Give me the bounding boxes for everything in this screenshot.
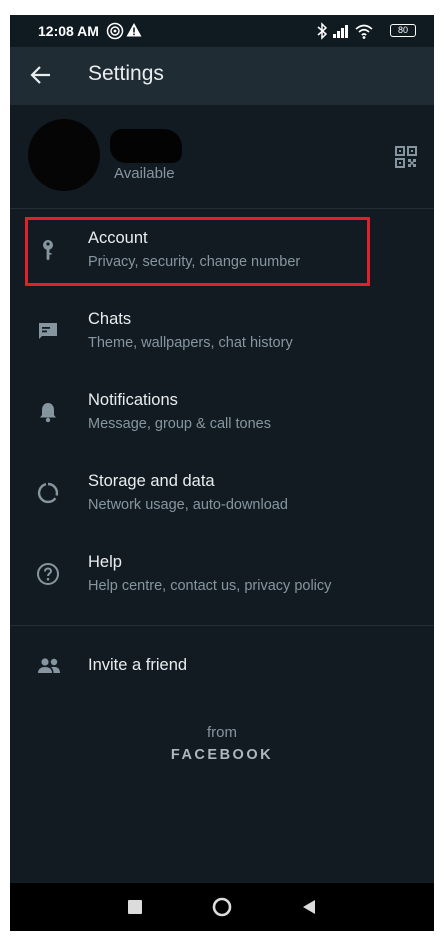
menu-item-subtitle: Message, group & call tones <box>88 416 271 432</box>
hotspot-icon <box>106 22 124 40</box>
system-nav-bar <box>10 883 434 931</box>
status-bar: 12:08 AM 80 <box>10 15 434 47</box>
invite-friend-label: Invite a friend <box>88 656 188 674</box>
menu-item-storage-and-data[interactable]: Storage and data Network usage, auto-dow… <box>10 454 434 535</box>
bell-icon <box>40 403 56 423</box>
avatar[interactable] <box>28 119 100 191</box>
menu-item-notifications[interactable]: Notifications Message, group & call tone… <box>10 373 434 454</box>
status-time: 12:08 AM <box>38 23 99 39</box>
app-bar: Settings <box>10 47 434 105</box>
profile-row[interactable]: Available <box>10 105 434 209</box>
account-highlight-box <box>25 217 370 286</box>
invite-friend-item[interactable]: Invite a friend <box>10 637 434 695</box>
home-button-icon[interactable] <box>212 897 232 917</box>
footer-brand-label: FACEBOOK <box>170 747 274 763</box>
profile-name-redacted <box>110 129 182 163</box>
menu-item-title: Help <box>88 553 122 571</box>
divider <box>10 208 434 209</box>
page-title: Settings <box>88 62 164 85</box>
recents-button-icon[interactable] <box>128 900 142 914</box>
menu-item-subtitle: Network usage, auto-download <box>88 497 288 513</box>
warning-icon <box>126 23 142 37</box>
help-icon <box>37 563 59 585</box>
qr-code-icon[interactable] <box>394 145 418 169</box>
people-icon <box>38 658 60 673</box>
back-button-icon[interactable] <box>302 899 316 915</box>
menu-item-title: Chats <box>88 310 132 328</box>
back-arrow-icon[interactable] <box>30 65 52 85</box>
menu-item-help[interactable]: Help Help centre, contact us, privacy po… <box>10 535 434 616</box>
menu-item-title: Notifications <box>88 391 178 409</box>
menu-item-subtitle: Theme, wallpapers, chat history <box>88 335 293 351</box>
phone-screen: 12:08 AM 80 Settings Available Account P… <box>10 15 434 931</box>
menu-item-title: Storage and data <box>88 472 215 490</box>
bluetooth-icon <box>317 22 328 40</box>
chat-icon <box>39 323 57 339</box>
menu-item-subtitle: Help centre, contact us, privacy policy <box>88 578 332 594</box>
data-usage-icon <box>37 482 59 504</box>
menu-item-chats[interactable]: Chats Theme, wallpapers, chat history <box>10 292 434 373</box>
battery-icon: 80 <box>390 24 416 37</box>
profile-status: Available <box>114 165 175 182</box>
signal-icon <box>333 25 348 38</box>
footer-from-label: from <box>207 724 237 741</box>
divider <box>10 625 434 626</box>
wifi-icon <box>355 24 373 39</box>
